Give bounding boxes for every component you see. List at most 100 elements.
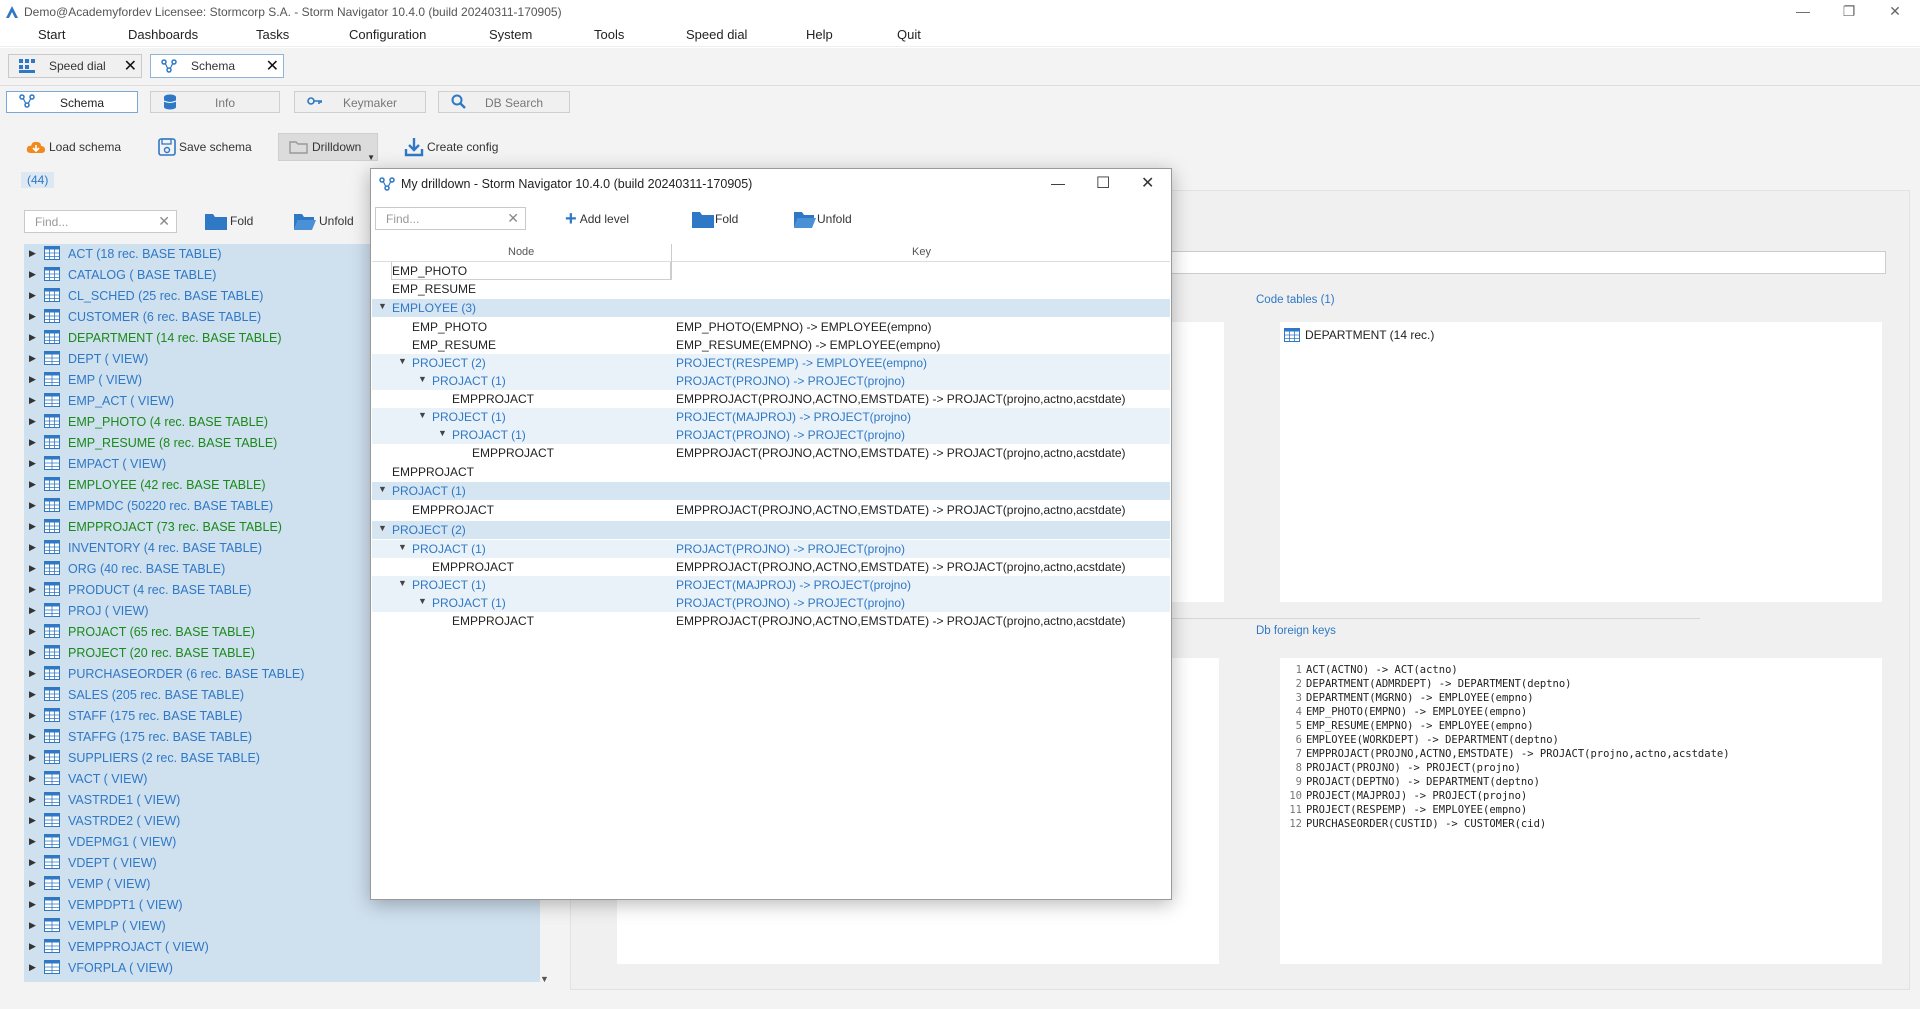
expand-arrow-icon[interactable]: ▶ [29,941,36,952]
details-input-bar[interactable] [1168,251,1886,274]
expand-arrow-icon[interactable]: ▶ [29,878,36,889]
code-table-item[interactable]: DEPARTMENT (14 rec.) [1284,328,1434,342]
menu-speed-dial[interactable]: Speed dial [686,27,747,42]
add-level-button[interactable]: + Add level [565,207,629,231]
expand-arrow-icon[interactable]: ▶ [29,395,36,406]
tab-db-search[interactable]: DB Search [438,91,570,113]
expand-arrow-icon[interactable]: ▶ [29,374,36,385]
drilldown-row[interactable]: ▼ PROJECT (1) PROJECT(MAJPROJ) -> PROJECT(… [372,408,1170,426]
drilldown-row[interactable]: EMPPROJACT EMPPROJACT(PROJNO,ACTNO,EMSTDA… [372,444,1170,462]
expand-arrow-icon[interactable]: ▶ [29,332,36,343]
drilldown-row[interactable]: EMPPROJACT [372,463,1170,481]
drilldown-row[interactable]: EMPPROJACT EMPPROJACT(PROJNO,ACTNO,EMSTDA… [372,558,1170,576]
expand-arrow-icon[interactable]: ▶ [29,731,36,742]
drilldown-row[interactable]: EMP_RESUME EMP_RESUME(EMPNO) -> EMPLOYEE(… [372,336,1170,354]
minimize-icon[interactable]: — [1051,175,1065,191]
expand-arrow-icon[interactable]: ▶ [29,920,36,931]
expand-arrow-icon[interactable]: ▶ [29,248,36,259]
collapse-arrow-icon[interactable]: ▼ [418,374,427,384]
tab-schema[interactable]: Schema ✕ [150,54,284,78]
drilldown-row[interactable]: EMPPROJACT EMPPROJACT(PROJNO,ACTNO,EMSTDA… [372,390,1170,408]
collapse-arrow-icon[interactable]: ▼ [378,523,387,533]
collapse-arrow-icon[interactable]: ▼ [438,428,447,438]
expand-arrow-icon[interactable]: ▶ [29,752,36,763]
tables-search-input[interactable]: Find... ✕ [24,210,177,233]
maximize-icon[interactable]: ☐ [1096,173,1110,193]
drilldown-row[interactable]: ▼ PROJECT (2) [372,521,1170,539]
save-schema-button[interactable]: Save schema [158,133,252,161]
drilldown-row[interactable]: ▼ PROJACT (1) [372,482,1170,500]
expand-arrow-icon[interactable]: ▶ [29,563,36,574]
menu-dashboards[interactable]: Dashboards [128,27,198,42]
collapse-arrow-icon[interactable]: ▼ [418,596,427,606]
expand-arrow-icon[interactable]: ▶ [29,521,36,532]
node-column-header[interactable]: Node [508,246,534,258]
collapse-arrow-icon[interactable]: ▼ [398,578,407,588]
expand-arrow-icon[interactable]: ▶ [29,290,36,301]
menu-tasks[interactable]: Tasks [256,27,289,42]
dialog-fold-button[interactable]: Fold [691,207,738,231]
menu-help[interactable]: Help [806,27,833,42]
expand-arrow-icon[interactable]: ▶ [29,899,36,910]
expand-arrow-icon[interactable]: ▶ [29,857,36,868]
drilldown-row[interactable]: ▼ PROJACT (1) PROJACT(PROJNO) -> PROJECT(p… [372,594,1170,612]
minimize-button[interactable]: — [1780,0,1826,23]
dialog-unfold-button[interactable]: Unfold [793,207,852,231]
drilldown-row[interactable]: EMP_PHOTO EMP_PHOTO(EMPNO) -> EMPLOYEE(em… [372,318,1170,336]
expand-arrow-icon[interactable]: ▶ [29,626,36,637]
expand-arrow-icon[interactable]: ▶ [29,542,36,553]
menu-start[interactable]: Start [38,27,65,42]
foreign-keys-editor[interactable]: 1 ACT(ACTNO) -> ACT(actno) 2 DEPARTMENT(ADM… [1280,658,1882,964]
create-config-button[interactable]: Create config [404,133,498,161]
drilldown-row[interactable]: EMP_RESUME [372,280,1170,298]
collapse-arrow-icon[interactable]: ▼ [398,542,407,552]
expand-arrow-icon[interactable]: ▶ [29,500,36,511]
drilldown-row[interactable]: ▼ PROJECT (1) PROJECT(MAJPROJ) -> PROJECT(… [372,576,1170,594]
clear-icon[interactable]: ✕ [158,213,170,230]
expand-arrow-icon[interactable]: ▶ [29,605,36,616]
tab-keymaker[interactable]: Keymaker [294,91,426,113]
expand-arrow-icon[interactable]: ▶ [29,416,36,427]
menu-configuration[interactable]: Configuration [349,27,426,42]
drilldown-search-input[interactable]: Find... ✕ [375,207,526,230]
scroll-down-icon[interactable]: ▼ [540,974,549,984]
expand-arrow-icon[interactable]: ▶ [29,836,36,847]
expand-arrow-icon[interactable]: ▶ [29,773,36,784]
drilldown-row[interactable]: EMPPROJACT EMPPROJACT(PROJNO,ACTNO,EMSTDA… [372,501,1170,519]
expand-arrow-icon[interactable]: ▶ [29,479,36,490]
close-icon[interactable]: ✕ [1141,173,1154,193]
expand-arrow-icon[interactable]: ▶ [29,647,36,658]
fold-button[interactable]: Fold [204,211,253,231]
drilldown-row[interactable]: ▼ PROJACT (1) PROJACT(PROJNO) -> PROJECT(p… [372,372,1170,390]
expand-arrow-icon[interactable]: ▶ [29,269,36,280]
collapse-arrow-icon[interactable]: ▼ [378,301,387,311]
drilldown-row[interactable]: ▼ PROJACT (1) PROJACT(PROJNO) -> PROJECT(p… [372,426,1170,444]
collapse-arrow-icon[interactable]: ▼ [398,356,407,366]
expand-arrow-icon[interactable]: ▶ [29,689,36,700]
drilldown-row[interactable]: ▼ PROJECT (2) PROJECT(RESPEMP) -> EMPLOYEE… [372,354,1170,372]
expand-arrow-icon[interactable]: ▶ [29,353,36,364]
tree-item[interactable]: ▶ VEMPPROJACT ( VIEW) [24,937,540,958]
tab-info[interactable]: Info [150,91,280,113]
clear-icon[interactable]: ✕ [507,210,519,227]
expand-arrow-icon[interactable]: ▶ [29,710,36,721]
menu-quit[interactable]: Quit [897,27,921,42]
expand-arrow-icon[interactable]: ▶ [29,668,36,679]
collapse-arrow-icon[interactable]: ▼ [378,484,387,494]
tab-schema-sub[interactable]: Schema [6,91,138,113]
load-schema-button[interactable]: Load schema [26,133,121,161]
expand-arrow-icon[interactable]: ▶ [29,584,36,595]
expand-arrow-icon[interactable]: ▶ [29,437,36,448]
close-tab-icon[interactable]: ✕ [124,56,137,76]
expand-arrow-icon[interactable]: ▶ [29,794,36,805]
menu-system[interactable]: System [489,27,532,42]
drilldown-row[interactable]: EMPPROJACT EMPPROJACT(PROJNO,ACTNO,EMSTDA… [372,612,1170,630]
drilldown-row[interactable]: ▼ EMPLOYEE (3) [372,299,1170,317]
collapse-arrow-icon[interactable]: ▼ [418,410,427,420]
expand-arrow-icon[interactable]: ▶ [29,311,36,322]
maximize-button[interactable]: ❐ [1826,0,1872,23]
tree-item[interactable]: ▶ VEMPLP ( VIEW) [24,916,540,937]
tab-speed-dial[interactable]: Speed dial ✕ [8,54,142,78]
unfold-button[interactable]: Unfold [293,211,354,231]
expand-arrow-icon[interactable]: ▶ [29,458,36,469]
